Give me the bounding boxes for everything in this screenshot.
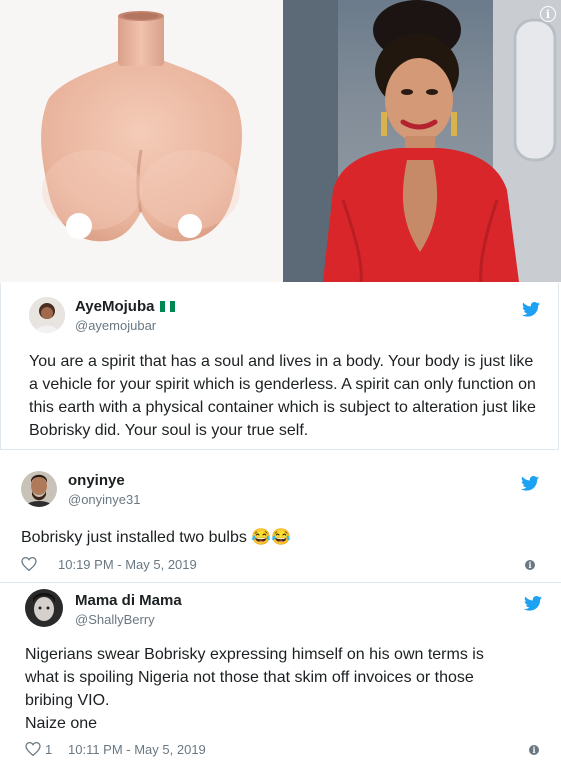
avatar[interactable] bbox=[29, 297, 65, 333]
like-count[interactable]: 1 bbox=[45, 742, 52, 757]
tweet-line: bribing VIO. bbox=[25, 692, 110, 709]
handle[interactable]: @ayemojubar bbox=[75, 318, 156, 333]
like-heart-icon[interactable] bbox=[25, 741, 41, 761]
twitter-bird-icon[interactable] bbox=[524, 596, 542, 616]
image-strip: i bbox=[0, 0, 561, 282]
handle[interactable]: @onyinye31 bbox=[68, 492, 140, 507]
breastplate-illustration bbox=[41, 11, 242, 242]
tweet-line: Nigerians swear Bobrisky expressing hims… bbox=[25, 646, 484, 663]
display-name[interactable]: AyeMojuba bbox=[75, 298, 154, 315]
user-avatar-icon bbox=[29, 297, 65, 333]
like-heart-icon[interactable] bbox=[21, 556, 37, 576]
avatar[interactable] bbox=[21, 471, 57, 507]
right-photo bbox=[283, 0, 561, 282]
handle[interactable]: @ShallyBerry bbox=[75, 612, 155, 627]
avatar[interactable] bbox=[25, 589, 63, 627]
tweet-line: what is spoiling Nigeria not those that … bbox=[25, 669, 474, 686]
tweet-text: Nigerians swear Bobrisky expressing hims… bbox=[25, 643, 550, 735]
info-icon[interactable]: i bbox=[540, 6, 556, 22]
nigeria-flag-icon bbox=[160, 299, 176, 312]
tweet-line: Naize one bbox=[25, 715, 98, 732]
tweet-text: You are a spirit that has a soul and liv… bbox=[29, 353, 536, 439]
display-name[interactable]: onyinye bbox=[68, 472, 125, 489]
timestamp-link[interactable]: 10:19 PM - May 5, 2019 bbox=[58, 557, 197, 572]
user-avatar-icon bbox=[25, 589, 63, 627]
left-photo bbox=[0, 0, 283, 282]
twitter-bird-icon[interactable] bbox=[522, 302, 540, 322]
info-icon[interactable]: i bbox=[529, 745, 539, 755]
timestamp-link[interactable]: 10:11 PM - May 5, 2019 bbox=[68, 742, 206, 757]
tweet-text: Bobrisky just installed two bulbs 😂😂 bbox=[21, 529, 292, 546]
twitter-bird-icon[interactable] bbox=[521, 476, 539, 496]
divider bbox=[0, 582, 561, 583]
woman-illustration bbox=[283, 0, 561, 282]
info-icon[interactable]: i bbox=[525, 560, 535, 570]
display-name[interactable]: Mama di Mama bbox=[75, 592, 182, 609]
author-row: AyeMojuba bbox=[75, 298, 176, 316]
user-avatar-icon bbox=[21, 471, 57, 507]
